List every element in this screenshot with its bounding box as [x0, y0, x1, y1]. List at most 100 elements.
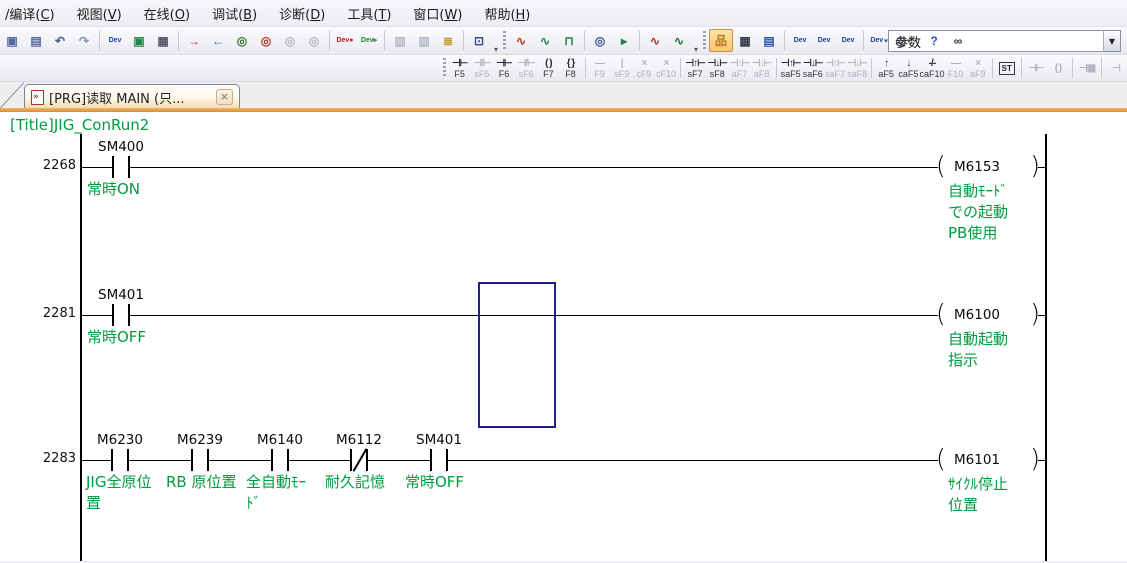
coil-symbol[interactable]: (M6153): [938, 154, 1038, 180]
falling-pulse-close-branch-button: ⊣↓⊢saF8: [846, 56, 868, 80]
coil-paren-left: (: [936, 444, 946, 473]
write-to-plc-icon[interactable]: →: [182, 29, 206, 52]
invert-operation-button[interactable]: -/-caF10: [919, 56, 944, 80]
application-instruction-button[interactable]: { }F8: [559, 56, 581, 80]
ladder-edit-extra-2-button: ( ): [1047, 56, 1069, 80]
open-branch-button[interactable]: ⊣⊢F6: [493, 56, 515, 80]
rising-pulse-button[interactable]: ⊣↑⊢sF7: [684, 56, 706, 80]
stacked-windows-icon[interactable]: ≣: [436, 29, 460, 52]
step-execution-icon[interactable]: ⊓: [557, 29, 581, 52]
find-binoculars-icon[interactable]: ∞: [946, 29, 970, 52]
no-contact-symbol[interactable]: [112, 304, 130, 326]
toolbar-separator: [1101, 58, 1102, 78]
navigation-window-icon[interactable]: 品: [709, 29, 733, 52]
coil-paren-left: (: [936, 151, 946, 180]
toolbar-separator: [639, 31, 640, 51]
contact-device-label: M6230: [75, 432, 165, 448]
monitor-write-icon[interactable]: ◎: [254, 29, 278, 52]
toolbar-grip[interactable]: [703, 31, 706, 51]
open-contact-button[interactable]: ⊣⊢F5: [449, 56, 471, 80]
coil-comment: 自動起動指示: [948, 329, 1008, 371]
program-find-icon[interactable]: ◎: [588, 29, 612, 52]
contact-device-label: SM400: [76, 139, 166, 155]
ladder-edit-extra-3-button: ⊣▦: [1076, 56, 1098, 80]
menu-item-view[interactable]: 视图(V): [66, 0, 133, 27]
toolbar-separator: [1072, 58, 1073, 78]
no-contact-symbol[interactable]: [191, 449, 209, 471]
contact-comment: 全自動ﾓｰﾄﾞ: [246, 472, 306, 514]
menu-item-tools[interactable]: 工具(T): [336, 0, 402, 27]
device-watch-icon[interactable]: Dev▾: [867, 29, 891, 52]
toolbar-grip[interactable]: [503, 31, 506, 51]
coil-symbol[interactable]: (M6101): [938, 447, 1038, 473]
menu-item-online[interactable]: 在线(O): [133, 0, 201, 27]
menu-item-window[interactable]: 窗口(W): [402, 0, 473, 27]
ladder-symbol-toolbar: ⊣⊢F5⊣/⊢sF5⊣⊢F6⊣/⊢sF6( )F7{ }F8—F9|sF9×cF…: [0, 55, 1127, 82]
work-list-icon[interactable]: ▤: [757, 29, 781, 52]
toolbar-overflow-icon[interactable]: ▾: [691, 45, 701, 54]
no-contact-symbol[interactable]: [271, 449, 289, 471]
copy-icon[interactable]: ▣: [0, 29, 24, 52]
device-blocks-icon[interactable]: Dev: [836, 29, 860, 52]
pc-monitor-icon[interactable]: ⊡: [467, 29, 491, 52]
dropdown-arrow-icon[interactable]: ▾: [884, 37, 888, 45]
no-contact-symbol[interactable]: [430, 449, 448, 471]
ladder-logic-test-icon[interactable]: ∿: [509, 29, 533, 52]
view-toolbar: 品▦▤DevDevDevDev▾◎▾?∞: [701, 27, 970, 54]
verify-with-plc-icon: ◎: [278, 29, 302, 52]
close-branch-button: ⊣/⊢sF6: [515, 56, 537, 80]
nc-contact-symbol[interactable]: [350, 449, 368, 471]
paste-icon[interactable]: ▤: [24, 29, 48, 52]
contact-comment: JIG全原位置: [86, 472, 151, 514]
contact-device-label: M6112: [314, 432, 404, 448]
trend-green-icon[interactable]: ∿: [667, 29, 691, 52]
toolbar-overflow-icon[interactable]: ▾: [491, 45, 501, 54]
delete-horizontal-line-button: ×cF10: [655, 56, 677, 80]
trend-red-icon[interactable]: ∿: [643, 29, 667, 52]
dropdown-arrow-icon[interactable]: ▾: [907, 37, 911, 45]
undo-icon[interactable]: ↶: [48, 29, 72, 52]
tab-title: [PRG]读取 MAIN (只...: [49, 88, 216, 107]
no-contact-symbol[interactable]: [111, 449, 129, 471]
statement-icon[interactable]: ▣: [127, 29, 151, 52]
toolbar-separator: [384, 31, 385, 51]
toolbar-grip[interactable]: [443, 58, 446, 78]
menu-item-compile[interactable]: /编译(C): [0, 0, 66, 27]
tab-prg-main[interactable]: [PRG]读取 MAIN (只... ×: [24, 84, 240, 109]
menu-item-diagnostics[interactable]: 诊断(D): [268, 0, 336, 27]
falling-pulse-button[interactable]: ⊣↓⊢sF8: [706, 56, 728, 80]
coil-comment: ｻｲｸﾙ停止位置: [948, 474, 1008, 516]
device-test-icon[interactable]: Dev▸: [357, 29, 381, 52]
inline-st-button[interactable]: ST: [996, 56, 1018, 80]
coil-button[interactable]: ( )F7: [537, 56, 559, 80]
invert-result-button[interactable]: ↑aF5: [875, 56, 897, 80]
device-monitor-icon[interactable]: Dev●: [333, 29, 357, 52]
coil-paren-right: ): [1030, 444, 1040, 473]
online-change-icon[interactable]: ▸: [612, 29, 636, 52]
pulse-result-button[interactable]: ↓caF5: [897, 56, 919, 80]
nc-slash: [353, 448, 368, 472]
redo-icon[interactable]: ↷: [72, 29, 96, 52]
note-icon[interactable]: ▦: [151, 29, 175, 52]
coil-symbol[interactable]: (M6100): [938, 302, 1038, 328]
delete-line-button: ×aF9: [967, 56, 989, 80]
ladder-selection-box: [478, 282, 556, 428]
device-reference-icon[interactable]: ◎▾: [891, 29, 915, 52]
device-find-icon[interactable]: Dev: [788, 29, 812, 52]
ladder-canvas[interactable]: [Title]JIG_ConRun2 2268SM400常時ON(M6153)自…: [0, 112, 1127, 561]
menu-item-debug[interactable]: 调试(B): [201, 0, 268, 27]
tab-close-icon[interactable]: ×: [216, 89, 233, 105]
sampling-trace-icon[interactable]: ∿: [533, 29, 557, 52]
no-contact-symbol[interactable]: [112, 156, 130, 178]
falling-pulse-close-button[interactable]: ⊣↓⊢saF6: [802, 56, 824, 80]
device-grid-icon[interactable]: Dev: [812, 29, 836, 52]
rising-pulse-close-button[interactable]: ⊣↑⊢saF5: [780, 56, 802, 80]
intelligent-module-icon[interactable]: ▦: [733, 29, 757, 52]
menu-item-help[interactable]: 帮助(H): [473, 0, 541, 27]
monitor-start-icon[interactable]: ◎: [230, 29, 254, 52]
combo-dropdown-icon[interactable]: ▼: [1103, 31, 1120, 51]
toolbar-separator: [584, 31, 585, 51]
device-comment-icon[interactable]: Dev: [103, 29, 127, 52]
help-icon[interactable]: ?: [922, 29, 946, 52]
read-from-plc-icon[interactable]: ←: [206, 29, 230, 52]
